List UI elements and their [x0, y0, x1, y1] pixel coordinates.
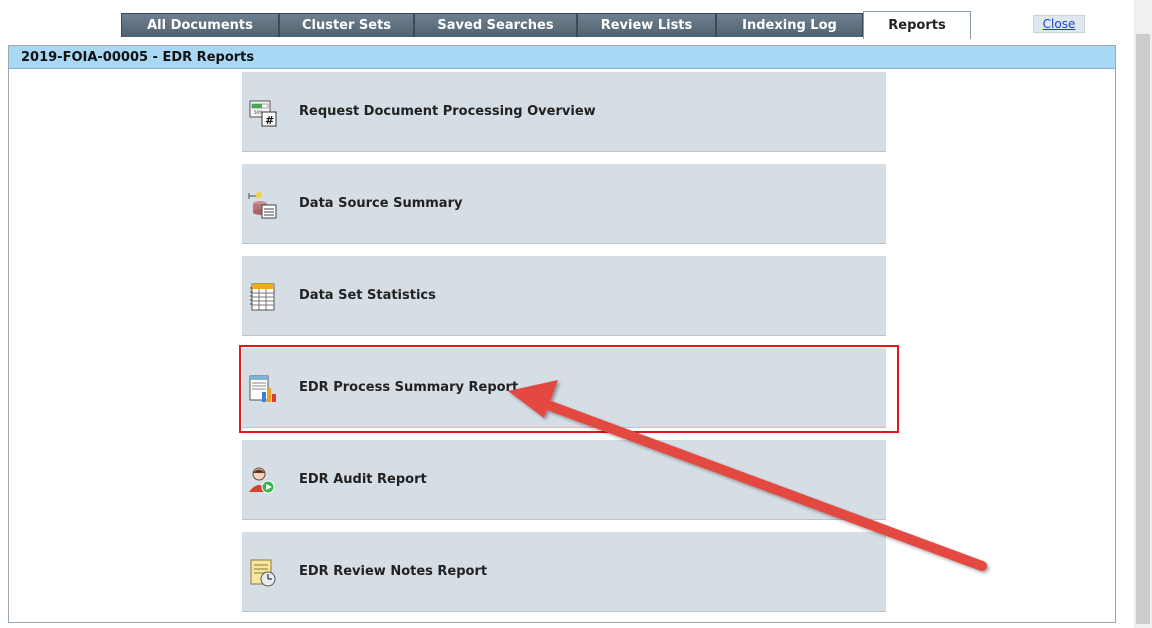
user-audit-icon	[249, 467, 275, 494]
tab-bar: All Documents Cluster Sets Saved Searche…	[0, 0, 1152, 39]
tab-indexing-log[interactable]: Indexing Log	[716, 13, 863, 37]
notes-clock-icon	[250, 559, 276, 587]
scrollbar-thumb[interactable]	[1136, 34, 1150, 624]
close-link[interactable]: Close	[1033, 15, 1085, 33]
report-data-source-summary[interactable]: Data Source Summary	[242, 164, 886, 244]
report-edr-review-notes[interactable]: EDR Review Notes Report	[242, 532, 886, 612]
tab-review-lists[interactable]: Review Lists	[577, 13, 716, 37]
progress-chart-icon: 50% #	[249, 100, 277, 127]
report-label: EDR Review Notes Report	[299, 564, 488, 579]
tab-cluster-sets[interactable]: Cluster Sets	[279, 13, 414, 37]
reports-panel: 2019-FOIA-00005 - EDR Reports 50% # Requ…	[8, 45, 1116, 623]
report-label: Data Set Statistics	[299, 288, 436, 303]
report-chart-icon	[249, 375, 276, 402]
report-label: EDR Audit Report	[299, 472, 427, 487]
report-edr-audit[interactable]: EDR Audit Report	[242, 440, 886, 520]
tab-saved-searches[interactable]: Saved Searches	[414, 13, 577, 37]
report-edr-process-summary[interactable]: EDR Process Summary Report	[242, 348, 886, 428]
data-source-icon	[248, 192, 277, 219]
tab-reports[interactable]: Reports	[863, 11, 971, 39]
report-label: EDR Process Summary Report	[299, 380, 519, 395]
svg-text:#: #	[265, 114, 274, 127]
spreadsheet-icon	[250, 283, 275, 311]
panel-title: 2019-FOIA-00005 - EDR Reports	[9, 46, 1115, 69]
panel-title-text: 2019-FOIA-00005 - EDR Reports	[21, 49, 255, 65]
report-label: Request Document Processing Overview	[299, 104, 596, 119]
report-request-document-processing-overview[interactable]: 50% # Request Document Processing Overvi…	[242, 72, 886, 152]
tab-all-documents[interactable]: All Documents	[121, 13, 279, 37]
report-label: Data Source Summary	[299, 196, 463, 211]
report-data-set-statistics[interactable]: Data Set Statistics	[242, 256, 886, 336]
vertical-scrollbar[interactable]	[1134, 0, 1152, 628]
